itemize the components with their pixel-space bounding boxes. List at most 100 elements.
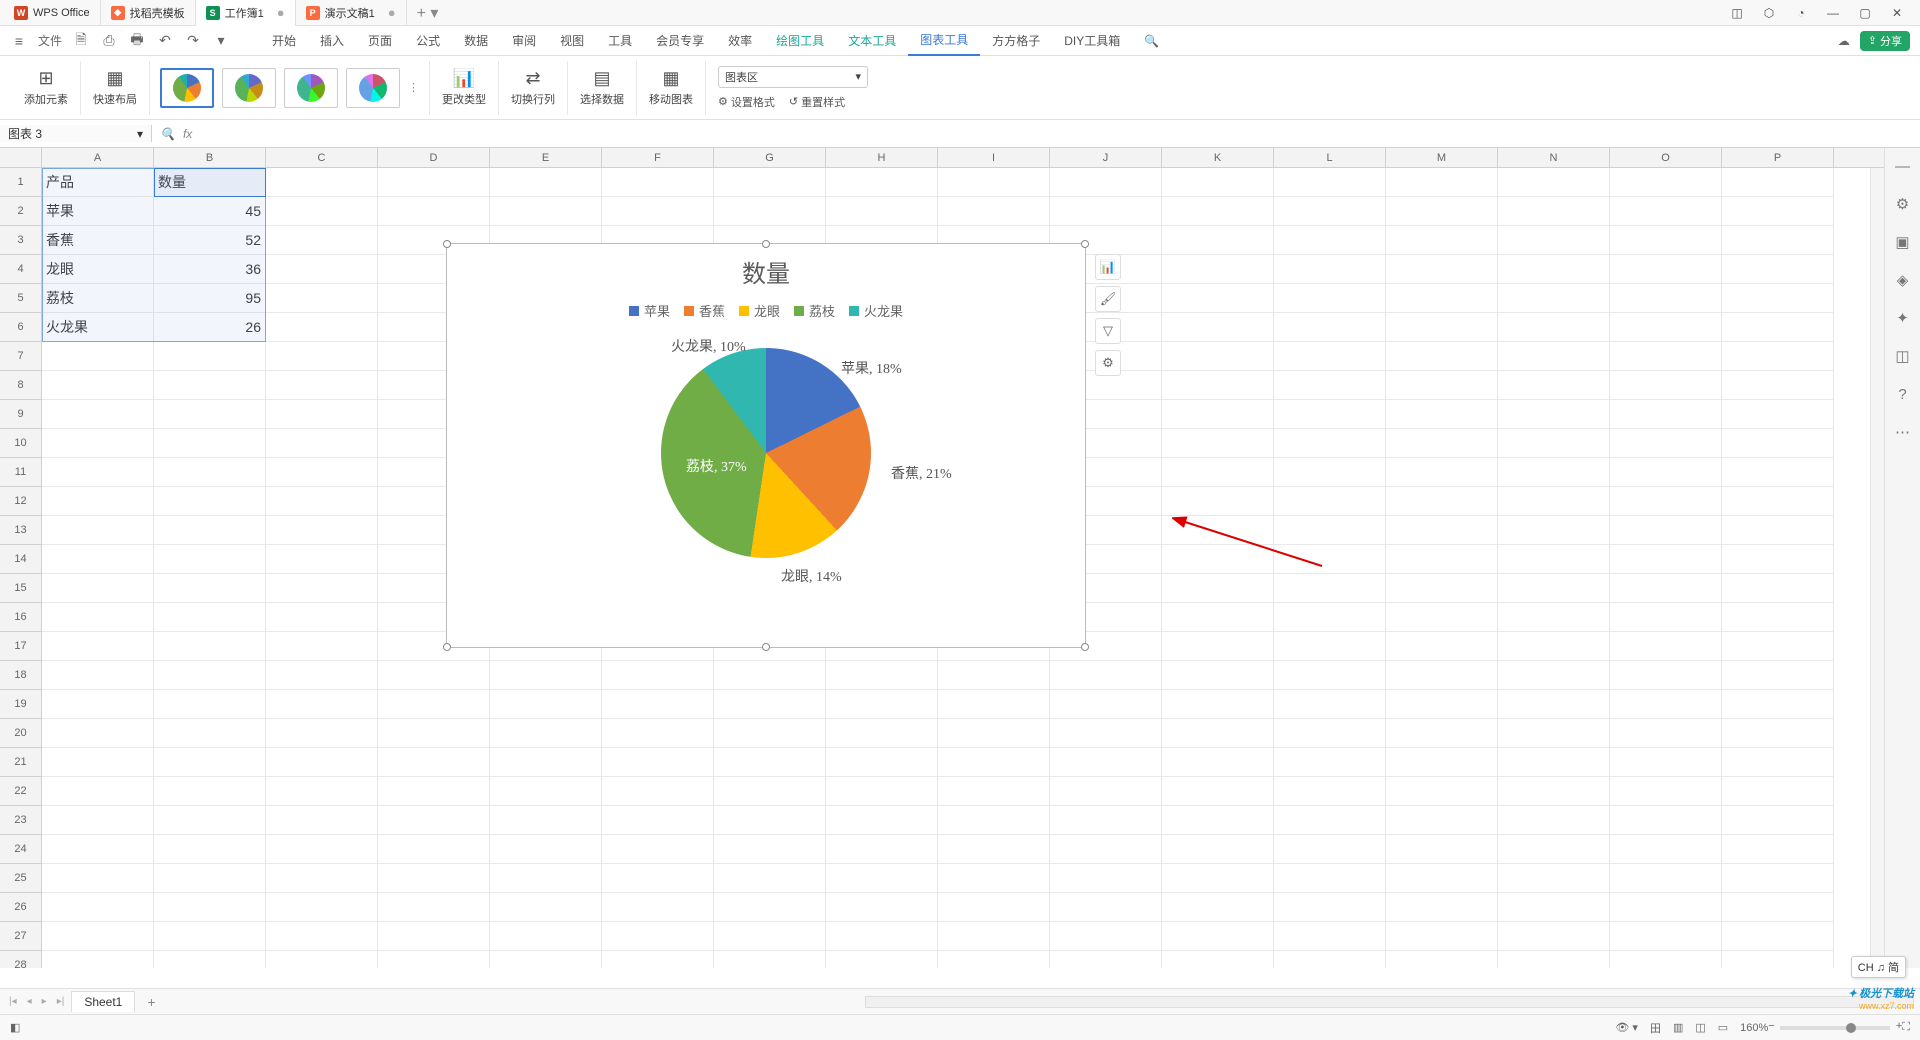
zoom-icon[interactable]: 🔍 xyxy=(160,127,175,141)
sheet-nav-first[interactable]: |◂ xyxy=(6,996,20,1007)
chart-style-2[interactable] xyxy=(222,68,276,108)
cell[interactable] xyxy=(1274,661,1386,690)
cell[interactable] xyxy=(1610,864,1722,893)
cell[interactable] xyxy=(1162,255,1274,284)
row-header[interactable]: 25 xyxy=(0,864,42,893)
cell[interactable] xyxy=(1162,400,1274,429)
cell[interactable] xyxy=(1162,284,1274,313)
close-icon[interactable]: ● xyxy=(388,5,396,20)
cell[interactable] xyxy=(1274,632,1386,661)
cell[interactable] xyxy=(1498,748,1610,777)
cell[interactable] xyxy=(42,777,154,806)
cell[interactable] xyxy=(266,168,378,197)
cell[interactable] xyxy=(938,661,1050,690)
cell[interactable] xyxy=(154,661,266,690)
col-header[interactable]: A xyxy=(42,148,154,167)
cell[interactable] xyxy=(1162,342,1274,371)
sheet-nav-last[interactable]: ▸| xyxy=(54,996,68,1007)
cell[interactable] xyxy=(1162,458,1274,487)
row-header[interactable]: 5 xyxy=(0,284,42,313)
cell[interactable] xyxy=(490,835,602,864)
cell[interactable] xyxy=(1610,806,1722,835)
cell[interactable] xyxy=(1386,429,1498,458)
cell[interactable] xyxy=(1498,545,1610,574)
cell[interactable] xyxy=(1050,951,1162,968)
col-header[interactable]: C xyxy=(266,148,378,167)
cell[interactable] xyxy=(266,806,378,835)
cell[interactable]: 荔枝 xyxy=(42,284,154,313)
col-header[interactable]: I xyxy=(938,148,1050,167)
cell[interactable] xyxy=(1386,574,1498,603)
cell[interactable] xyxy=(266,661,378,690)
undo-icon[interactable]: ↶ xyxy=(156,32,174,49)
cell[interactable] xyxy=(1610,400,1722,429)
cell[interactable] xyxy=(1274,313,1386,342)
horizontal-scrollbar[interactable] xyxy=(865,996,1914,1008)
cell[interactable] xyxy=(1386,835,1498,864)
cell[interactable] xyxy=(1274,748,1386,777)
chart-style-1[interactable] xyxy=(160,68,214,108)
vertical-scrollbar[interactable] xyxy=(1870,168,1884,968)
cloud-icon[interactable]: ☁ xyxy=(1838,34,1850,48)
ribbon-swap-rc[interactable]: ⇄ 切换行列 xyxy=(499,61,568,115)
cell[interactable] xyxy=(1274,458,1386,487)
chart-object[interactable]: 数量 苹果 香蕉 龙眼 荔枝 火龙果 苹果, 18% 香蕉, 21% 龙眼, 1… xyxy=(446,243,1086,648)
menu-chart-tools[interactable]: 图表工具 xyxy=(908,26,980,56)
cell[interactable] xyxy=(1386,313,1498,342)
cell[interactable] xyxy=(266,197,378,226)
cell[interactable] xyxy=(1274,574,1386,603)
cell[interactable] xyxy=(490,168,602,197)
row-header[interactable]: 23 xyxy=(0,806,42,835)
ribbon-change-type[interactable]: 📊 更改类型 xyxy=(430,61,499,115)
cell[interactable] xyxy=(1722,197,1834,226)
cell[interactable] xyxy=(1610,197,1722,226)
cell[interactable] xyxy=(1386,284,1498,313)
cell[interactable] xyxy=(266,922,378,951)
cell[interactable] xyxy=(714,806,826,835)
cell[interactable] xyxy=(1050,719,1162,748)
sparkle-icon[interactable]: ✦ xyxy=(1893,308,1913,328)
row-header[interactable]: 28 xyxy=(0,951,42,968)
cell[interactable] xyxy=(1722,632,1834,661)
cell[interactable] xyxy=(42,371,154,400)
cell[interactable] xyxy=(1050,168,1162,197)
view-normal-icon[interactable]: 田 xyxy=(1650,1020,1661,1036)
cell[interactable] xyxy=(378,922,490,951)
menu-icon[interactable]: ≡ xyxy=(10,33,28,49)
cell[interactable] xyxy=(1498,458,1610,487)
ime-indicator[interactable]: CH ♫ 简 xyxy=(1851,956,1906,978)
panel-icon[interactable]: ◫ xyxy=(1893,346,1913,366)
tab-presentation[interactable]: P 演示文稿1 ● xyxy=(296,0,407,26)
cell[interactable] xyxy=(1610,893,1722,922)
cell[interactable] xyxy=(266,574,378,603)
cell[interactable]: 95 xyxy=(154,284,266,313)
cell[interactable] xyxy=(378,893,490,922)
cell[interactable] xyxy=(1050,777,1162,806)
cell[interactable] xyxy=(1162,661,1274,690)
more-styles-icon[interactable]: ⋮ xyxy=(408,81,419,94)
cell[interactable] xyxy=(826,864,938,893)
cell[interactable] xyxy=(266,400,378,429)
cell[interactable] xyxy=(938,864,1050,893)
cell[interactable] xyxy=(1722,516,1834,545)
row-header[interactable]: 27 xyxy=(0,922,42,951)
col-header[interactable]: F xyxy=(602,148,714,167)
cell[interactable] xyxy=(1386,690,1498,719)
cell[interactable] xyxy=(1722,574,1834,603)
cell[interactable] xyxy=(1610,835,1722,864)
chart-area-select[interactable]: 图表区▾ xyxy=(718,66,868,88)
tab-wps[interactable]: W WPS Office xyxy=(4,0,101,26)
cell[interactable] xyxy=(1274,835,1386,864)
col-header[interactable]: B xyxy=(154,148,266,167)
cell[interactable] xyxy=(1498,632,1610,661)
cell[interactable] xyxy=(602,719,714,748)
cell[interactable] xyxy=(42,429,154,458)
file-menu[interactable]: 文件 xyxy=(38,32,62,49)
cell[interactable] xyxy=(42,864,154,893)
cell[interactable] xyxy=(714,748,826,777)
cell[interactable] xyxy=(1386,371,1498,400)
menu-draw-tools[interactable]: 绘图工具 xyxy=(764,32,836,49)
cell[interactable] xyxy=(1162,806,1274,835)
cell[interactable] xyxy=(1162,632,1274,661)
cell[interactable] xyxy=(1498,168,1610,197)
